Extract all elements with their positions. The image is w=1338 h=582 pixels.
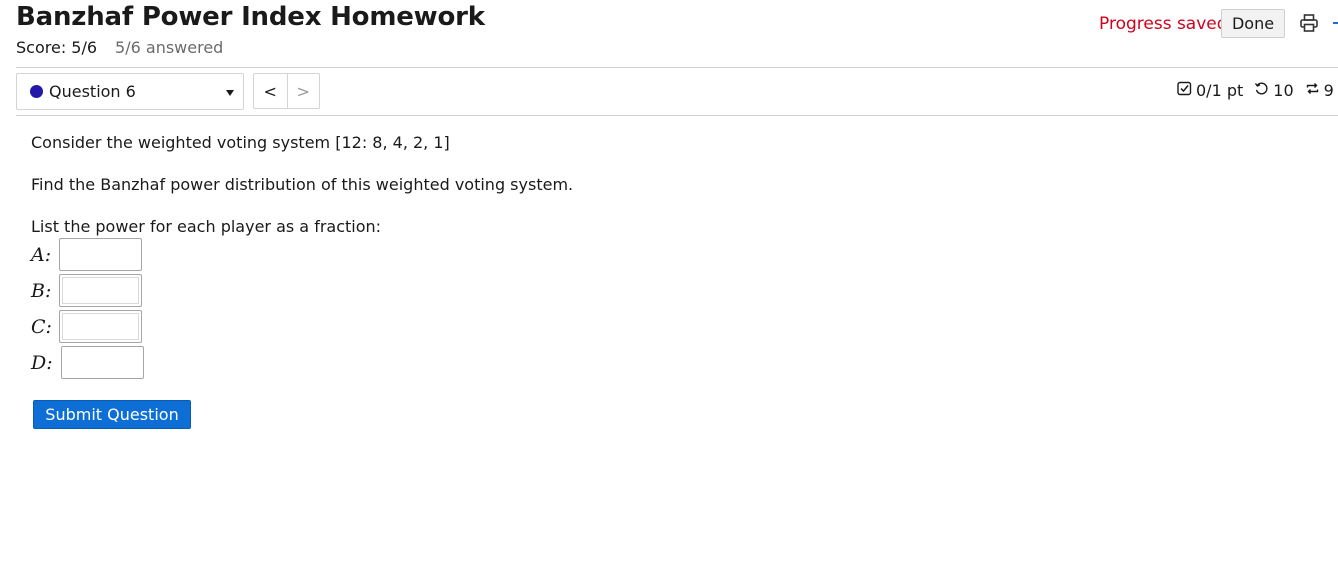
retries-count: 10 xyxy=(1273,81,1294,100)
points-text: 0/1 pt xyxy=(1196,81,1244,100)
answer-row-b: B: xyxy=(31,274,142,307)
answered-count: 5/6 answered xyxy=(115,38,224,57)
answer-row-d: D: xyxy=(31,346,144,379)
retry-icon xyxy=(1254,81,1269,100)
next-question-button[interactable]: > xyxy=(286,74,320,108)
voting-system-text: Consider the weighted voting system [12:… xyxy=(31,133,450,152)
player-label-b: B: xyxy=(31,279,52,302)
answer-input-b[interactable] xyxy=(59,274,142,307)
player-label-c: C: xyxy=(31,315,52,338)
printer-icon[interactable] xyxy=(1299,13,1319,33)
player-label-a: A: xyxy=(31,243,52,266)
previous-question-button[interactable]: < xyxy=(254,74,287,108)
page-title: Banzhaf Power Index Homework xyxy=(16,2,485,32)
question-select[interactable]: Question 6 xyxy=(16,73,244,110)
answer-input-d[interactable] xyxy=(61,346,144,379)
list-prompt-text: List the power for each player as a frac… xyxy=(31,217,382,236)
instruction-text: Find the Banzhaf power distribution of t… xyxy=(31,175,574,194)
toolbar-overflow-indicator xyxy=(1333,22,1338,24)
question-select-label: Question 6 xyxy=(49,82,136,101)
header-divider xyxy=(16,67,1338,68)
score-text: Score: 5/6 xyxy=(16,38,98,57)
answer-row-c: C: xyxy=(31,310,142,343)
question-divider xyxy=(16,115,1338,116)
checkbox-icon xyxy=(1177,81,1192,100)
progress-status: Progress saved xyxy=(1099,14,1228,34)
done-button[interactable]: Done xyxy=(1221,9,1285,38)
answer-row-a: A: xyxy=(31,238,142,271)
player-label-d: D: xyxy=(31,351,53,374)
question-meta: 0/1 pt 10 9 xyxy=(1177,81,1334,100)
question-pager: < > xyxy=(253,73,320,109)
answer-input-c[interactable] xyxy=(59,310,142,343)
submit-question-button[interactable]: Submit Question xyxy=(33,400,191,429)
repeat-icon xyxy=(1305,81,1320,100)
score-line: Score: 5/6 5/6 answered xyxy=(16,38,223,57)
attempts-count: 9 xyxy=(1323,81,1334,100)
dot-icon xyxy=(30,85,43,98)
answer-input-a[interactable] xyxy=(59,238,142,271)
caret-down-icon xyxy=(226,90,234,96)
